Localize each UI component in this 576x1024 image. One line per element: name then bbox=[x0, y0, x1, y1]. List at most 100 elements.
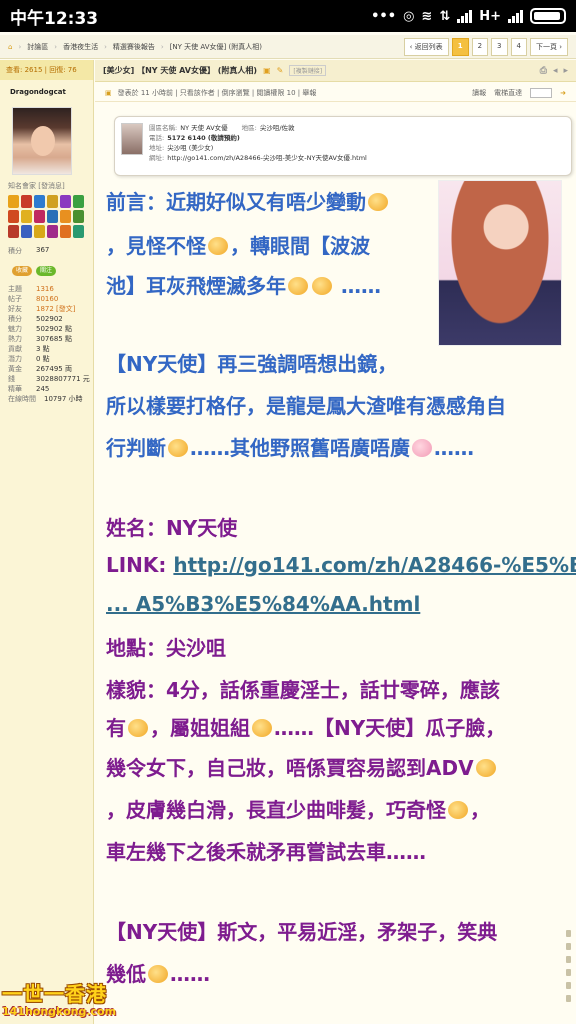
emoji-icon bbox=[208, 237, 228, 255]
page-button[interactable]: 3 bbox=[491, 37, 508, 56]
status-icons: ••• ◎ ≋ ⇅ H+ bbox=[371, 8, 566, 24]
post-photo[interactable] bbox=[438, 180, 562, 346]
author-username[interactable]: Dragondogcat bbox=[10, 88, 93, 96]
next-thread-icon[interactable]: ▸ bbox=[563, 66, 568, 76]
author-stat: 精華 245 bbox=[8, 385, 50, 393]
post-line: 地點：尖沙咀 bbox=[106, 636, 226, 660]
medal-icon bbox=[8, 210, 19, 223]
post-line: 樣貌：4分，話係重慶淫士，話廿零碎，應該 bbox=[106, 678, 500, 702]
shop-info-card[interactable]: 園區名稱: NY 天使 AV女優 地區: 尖沙咀/佐敦 電話: 5172 6140 (敬… bbox=[114, 116, 572, 176]
author-stat: 在線時間 10797 小時 bbox=[8, 395, 83, 403]
level-value: 367 bbox=[36, 246, 50, 254]
page-button[interactable]: 1 bbox=[451, 37, 469, 56]
wifi-icon: ≋ bbox=[421, 8, 433, 24]
signal-icon bbox=[457, 9, 473, 23]
back-to-list-button[interactable]: ‹ 返回列表 bbox=[403, 37, 449, 56]
medal-icon bbox=[21, 210, 32, 223]
collect-button[interactable]: 收藏 bbox=[12, 266, 33, 276]
post-link[interactable]: http://go141.com/zh/A28466-%E5%B bbox=[173, 553, 576, 577]
read-mode-button[interactable]: 讀報 bbox=[472, 88, 486, 98]
medal-icon bbox=[8, 225, 19, 238]
level-row: 積分 367 bbox=[8, 246, 93, 256]
avatar[interactable] bbox=[12, 107, 72, 175]
shop-name: NY 天使 AV女優 bbox=[180, 124, 228, 132]
post-line: ... A5%B3%E5%84%AA.html bbox=[106, 592, 420, 616]
author-stat: 帖子 80160 bbox=[8, 295, 59, 303]
shop-area: 尖沙咀/佐敦 bbox=[259, 124, 295, 132]
post-line: 所以樣要打格仔，是龍是鳳大渣唯有憑感角自 bbox=[106, 394, 506, 418]
goto-floor-label: 電梯直達 bbox=[494, 88, 523, 97]
post-line: 前言：近期好似又有唔少變動 bbox=[106, 186, 390, 215]
forum-thread-page: 中午12:33 ••• ◎ ≋ ⇅ H+ ⌂ › 討論區 › 香港夜生活 › 精選賽後… bbox=[0, 0, 576, 1024]
emoji-icon bbox=[368, 193, 388, 211]
print-icon[interactable]: ⎙ bbox=[540, 66, 547, 76]
page-button[interactable]: 4 bbox=[510, 37, 527, 56]
follow-button[interactable]: 關注 bbox=[36, 266, 57, 276]
post-line: 車左幾下之後禾就矛再嘗試去車…… bbox=[106, 840, 426, 864]
medal-grid bbox=[8, 195, 93, 238]
breadcrumb-item[interactable]: 精選賽後報告 bbox=[113, 42, 155, 52]
next-page-button[interactable]: 下一頁 › bbox=[529, 37, 568, 56]
goto-floor-input[interactable] bbox=[530, 87, 553, 98]
prev-thread-icon[interactable]: ◂ bbox=[553, 66, 558, 76]
medal-icon bbox=[21, 195, 32, 208]
shop-address: 尖沙咀 (美少女) bbox=[167, 144, 214, 152]
emoji-icon bbox=[475, 759, 496, 777]
medal-icon bbox=[73, 210, 84, 223]
post-line: LINK: http://go141.com/zh/A28466-%E5%B bbox=[106, 553, 576, 577]
medal-icon bbox=[60, 210, 71, 223]
copy-link-button[interactable]: [複製鏈接] bbox=[289, 65, 327, 76]
home-icon[interactable]: ⌂ bbox=[8, 43, 12, 51]
author-stat: 積分 502902 bbox=[8, 315, 63, 323]
pagination: ‹ 返回列表 1 2 3 4 下一頁 › bbox=[403, 37, 576, 56]
watermark-title: 一世一香港 bbox=[2, 982, 107, 1006]
thread-stats: 查看: 2615 | 回復: 76 bbox=[0, 60, 93, 80]
signal-2-icon bbox=[508, 9, 523, 23]
author-stat: 貢獻 3 點 bbox=[8, 345, 50, 353]
breadcrumb-item[interactable]: 討論區 bbox=[27, 42, 48, 52]
medal-icon bbox=[73, 225, 84, 238]
author-stat: 潛力 0 點 bbox=[8, 355, 50, 363]
emoji-icon bbox=[312, 277, 332, 295]
breadcrumb-item[interactable]: (附真人相) bbox=[229, 42, 262, 52]
online-icon: ▣ bbox=[105, 88, 112, 97]
scrollbar[interactable] bbox=[566, 930, 572, 1010]
data-arrows-icon: ⇅ bbox=[439, 8, 451, 24]
page-button[interactable]: 2 bbox=[471, 37, 489, 56]
shop-url: http://go141.com/zh/A28466-尖沙咀-美少女-NY天使A… bbox=[167, 154, 367, 162]
medal-icon bbox=[21, 225, 32, 238]
breadcrumb-item[interactable]: 香港夜生活 bbox=[63, 42, 98, 52]
thread-tools: ⎙ ◂ ▸ bbox=[540, 66, 568, 76]
emoji-icon bbox=[288, 277, 308, 295]
medal-icon bbox=[60, 195, 71, 208]
author-stat: 魅力 502902 點 bbox=[8, 325, 72, 333]
post-link[interactable]: ... A5%B3%E5%84%AA.html bbox=[106, 592, 420, 616]
thread-title: [美少女] 【NY 天使 AV女優】 (附真人相) bbox=[103, 66, 258, 75]
medal-icon bbox=[47, 210, 58, 223]
shop-thumbnail bbox=[121, 123, 143, 155]
post-line: ，見怪不怪 ，轉眼間【波波 bbox=[106, 234, 370, 258]
medal-icon bbox=[73, 195, 84, 208]
emoji-icon bbox=[128, 719, 148, 737]
badge-icon: ▣ bbox=[263, 66, 271, 75]
author-stat: 黃金 267495 両 bbox=[8, 365, 72, 373]
emoji-icon bbox=[168, 439, 188, 457]
medal-icon bbox=[47, 195, 58, 208]
breadcrumb: ⌂ › 討論區 › 香港夜生活 › 精選賽後報告 › [NY 天使 AV女優] (附真人… bbox=[0, 35, 576, 59]
network-type: H+ bbox=[479, 8, 501, 24]
author-stat: 錢 3028807771 元 bbox=[8, 375, 90, 383]
medal-icon bbox=[34, 210, 45, 223]
post-line: 行判斷 ……其他野照舊唔廣唔廣…… bbox=[106, 436, 474, 460]
thread-header: [美少女] 【NY 天使 AV女優】 (附真人相) ▣ ✎ [複製鏈接] ⎙ ◂… bbox=[95, 60, 576, 82]
medal-icon bbox=[60, 225, 71, 238]
medal-icon bbox=[47, 225, 58, 238]
go-icon[interactable]: ➜ bbox=[560, 89, 566, 97]
emoji-icon bbox=[412, 439, 432, 457]
post-meta[interactable]: 發表於 11 小時前 | 只看該作者 | 倒序瀏覽 | 閱讀權限 10 | 舉報 bbox=[118, 88, 317, 98]
post-line: ，皮膚幾白滑，長直少曲啡髮，巧奇怪， bbox=[106, 798, 490, 822]
medal-icon bbox=[34, 225, 45, 238]
breadcrumb-item[interactable]: [NY 天使 AV女優] bbox=[170, 42, 227, 52]
author-rank[interactable]: 知名會家 [發消息] bbox=[8, 181, 93, 191]
author-stat: 熱力 307685 點 bbox=[8, 335, 72, 343]
author-actions: 收藏 關注 bbox=[12, 266, 93, 276]
